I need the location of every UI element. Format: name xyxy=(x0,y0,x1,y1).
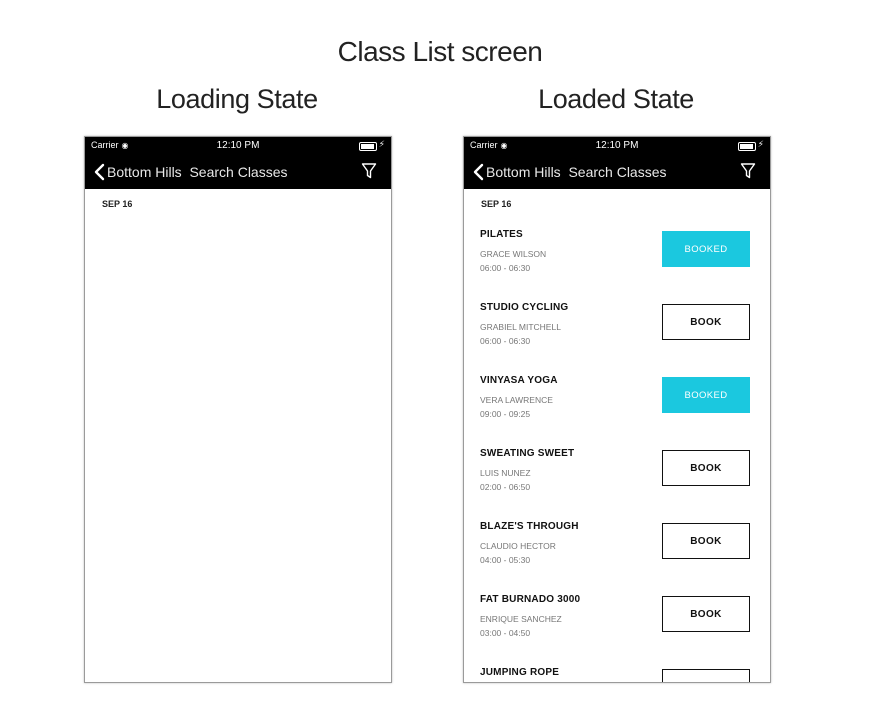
class-time: 02:00 - 06:50 xyxy=(480,482,531,492)
phone-loading: Carrier ◉ 12:10 PM ⚡ Bottom Hills Search … xyxy=(84,136,392,683)
battery-icon xyxy=(738,142,756,151)
status-bar: Carrier ◉ 12:10 PM ⚡ xyxy=(470,139,764,154)
booked-button[interactable]: BOOKED xyxy=(662,377,750,413)
class-instructor: LUIS NUNEZ xyxy=(480,468,531,478)
clock: 12:10 PM xyxy=(595,140,639,151)
nav-title[interactable]: Bottom Hills Search Classes xyxy=(107,164,288,180)
class-item-jumping-rope[interactable]: JUMPING ROPE xyxy=(464,667,770,682)
nav-row: Bottom Hills Search Classes xyxy=(470,161,758,183)
class-name: JUMPING ROPE xyxy=(480,667,560,678)
book-button[interactable]: BOOK xyxy=(662,523,750,559)
class-instructor: VERA LAWRENCE xyxy=(480,395,553,405)
class-item-studio-cycling[interactable]: STUDIO CYCLING GRABIEL MITCHELL 06:00 - … xyxy=(464,302,770,375)
charging-icon: ⚡ xyxy=(378,139,385,149)
filter-icon[interactable] xyxy=(361,162,377,180)
back-chevron-icon[interactable] xyxy=(93,163,107,181)
class-instructor: ENRIQUE SANCHEZ xyxy=(480,614,562,624)
class-name: VINYASA YOGA xyxy=(480,375,558,386)
book-button[interactable]: BOOK xyxy=(662,450,750,486)
class-name: PILATES xyxy=(480,229,523,240)
class-name: FAT BURNADO 3000 xyxy=(480,594,581,605)
book-button[interactable] xyxy=(662,669,750,682)
navigation-bar: Carrier ◉ 12:10 PM ⚡ Bottom Hills Search … xyxy=(85,137,391,189)
class-time: 06:00 - 06:30 xyxy=(480,263,531,273)
book-button[interactable]: BOOK xyxy=(662,304,750,340)
class-item-blazes-through[interactable]: BLAZE'S THROUGH CLAUDIO HECTOR 04:00 - 0… xyxy=(464,521,770,594)
class-item-fat-burnado[interactable]: FAT BURNADO 3000 ENRIQUE SANCHEZ 03:00 -… xyxy=(464,594,770,667)
class-instructor: CLAUDIO HECTOR xyxy=(480,541,556,551)
loading-state-title: Loading State xyxy=(156,84,318,114)
class-time: 04:00 - 05:30 xyxy=(480,555,531,565)
booked-button[interactable]: BOOKED xyxy=(662,231,750,267)
class-item-vinyasa-yoga[interactable]: VINYASA YOGA VERA LAWRENCE 09:00 - 09:25… xyxy=(464,375,770,448)
loaded-state-title: Loaded State xyxy=(538,84,694,114)
date-label: SEP 16 xyxy=(481,199,512,209)
back-chevron-icon[interactable] xyxy=(472,163,486,181)
class-time: 09:00 - 09:25 xyxy=(480,409,531,419)
status-bar: Carrier ◉ 12:10 PM ⚡ xyxy=(91,139,385,154)
class-item-pilates[interactable]: PILATES GRACE WILSON 06:00 - 06:30 BOOKE… xyxy=(464,229,770,302)
navigation-bar: Carrier ◉ 12:10 PM ⚡ Bottom Hills Search … xyxy=(464,137,770,189)
nav-row: Bottom Hills Search Classes xyxy=(91,161,379,183)
filter-icon[interactable] xyxy=(740,162,756,180)
class-name: SWEATING SWEET xyxy=(480,448,575,459)
class-time: 03:00 - 04:50 xyxy=(480,628,531,638)
clock: 12:10 PM xyxy=(216,140,260,151)
battery-icon xyxy=(359,142,377,151)
class-name: BLAZE'S THROUGH xyxy=(480,521,579,532)
class-item-sweating-sweet[interactable]: SWEATING SWEET LUIS NUNEZ 02:00 - 06:50 … xyxy=(464,448,770,521)
class-time: 06:00 - 06:30 xyxy=(480,336,531,346)
book-button[interactable]: BOOK xyxy=(662,596,750,632)
class-name: STUDIO CYCLING xyxy=(480,302,569,313)
charging-icon: ⚡ xyxy=(757,139,764,149)
class-instructor: GRACE WILSON xyxy=(480,249,547,259)
phone-loaded: Carrier ◉ 12:10 PM ⚡ Bottom Hills Search … xyxy=(463,136,771,683)
class-instructor: GRABIEL MITCHELL xyxy=(480,322,561,332)
date-label: SEP 16 xyxy=(102,199,133,209)
nav-title[interactable]: Bottom Hills Search Classes xyxy=(486,164,667,180)
page-title: Class List screen xyxy=(337,36,543,67)
